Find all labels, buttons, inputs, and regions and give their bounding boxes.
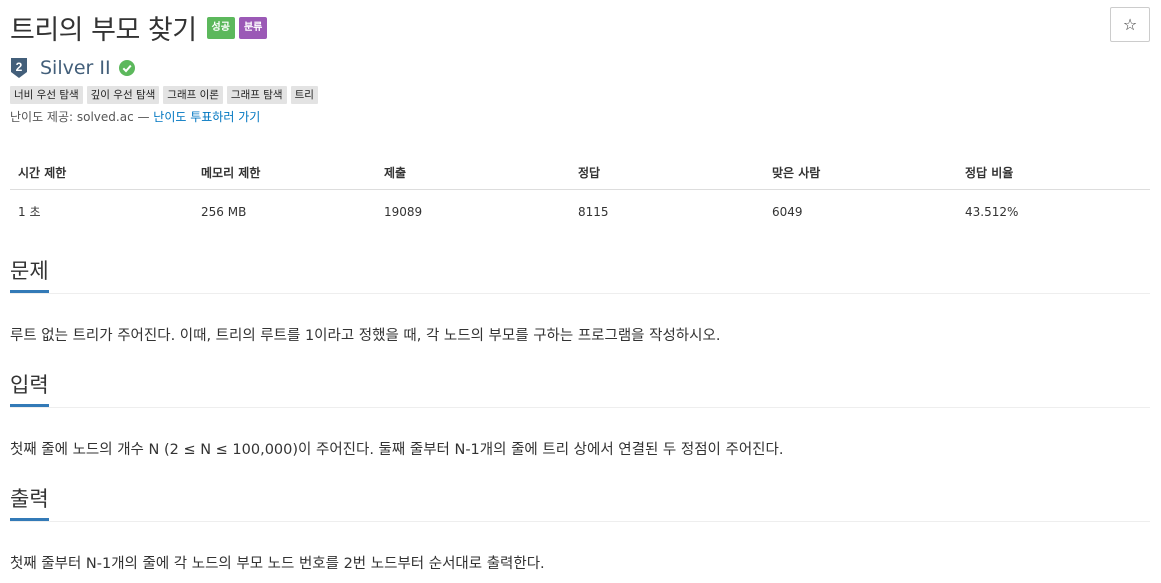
tag-bfs[interactable]: 너비 우선 탐색 xyxy=(10,86,83,104)
favorite-button[interactable]: ☆ xyxy=(1110,7,1150,42)
difficulty-provider: 난이도 제공: solved.ac — 난이도 투표하러 가기 xyxy=(10,108,260,125)
vote-difficulty-link[interactable]: 난이도 투표하러 가기 xyxy=(153,110,260,124)
submissions-value[interactable]: 19089 xyxy=(376,190,570,234)
ratio-value: 43.512% xyxy=(965,204,1019,219)
output-section-title: 출력 xyxy=(10,486,49,521)
tag-graph-theory[interactable]: 그래프 이론 xyxy=(163,86,223,104)
page-title: 트리의 부모 찾기 xyxy=(10,15,197,46)
input-section-title: 입력 xyxy=(10,372,49,407)
input-description: 첫째 줄에 노드의 개수 N (2 ≤ N ≤ 100,000)이 주어진다. … xyxy=(10,442,784,458)
header-submissions: 제출 xyxy=(376,152,570,190)
tier-name[interactable]: Silver II xyxy=(40,57,111,79)
header-memory-limit: 메모리 제한 xyxy=(193,152,376,190)
header-time-limit: 시간 제한 xyxy=(10,152,193,190)
output-description: 첫째 줄부터 N-1개의 줄에 각 노드의 부모 노드 번호를 2번 노드부터 … xyxy=(10,556,545,572)
tier-row: 2 Silver II xyxy=(10,57,135,79)
title-row: 트리의 부모 찾기 성공 분류 xyxy=(10,8,268,47)
header-solvers: 맞은 사람 xyxy=(764,152,957,190)
solvers-value[interactable]: 6049 xyxy=(764,190,957,234)
success-badge[interactable]: 성공 xyxy=(206,16,235,39)
header-ratio: 정답 비율 xyxy=(957,152,1150,190)
provider-text: 난이도 제공: solved.ac — xyxy=(10,110,154,124)
accepted-value: 8115 xyxy=(578,204,609,219)
problem-description: 루트 없는 트리가 주어진다. 이때, 트리의 루트를 1이라고 정했을 때, … xyxy=(10,328,721,344)
tag-graph-search[interactable]: 그래프 탐색 xyxy=(226,86,287,104)
tier-number: 2 xyxy=(16,60,23,74)
problem-section-title: 문제 xyxy=(10,258,49,293)
time-limit-value: 1 초 xyxy=(18,205,41,219)
tag-dfs[interactable]: 깊이 우선 탐색 xyxy=(86,86,160,104)
check-circle-icon xyxy=(118,60,135,76)
star-icon: ☆ xyxy=(1122,15,1138,34)
header-accepted: 정답 xyxy=(570,152,764,190)
tag-tree[interactable]: 트리 xyxy=(290,86,318,104)
algorithm-tags: 너비 우선 탐색 깊이 우선 탐색 그래프 이론 그래프 탐색 트리 xyxy=(10,86,322,104)
memory-limit-value: 256 MB xyxy=(201,204,247,219)
input-section-header: 입력 xyxy=(10,372,1150,408)
table-row: 1 초 256 MB 19089 8115 6049 43.512% xyxy=(10,190,1150,234)
silver-tier-icon: 2 xyxy=(11,58,27,78)
problem-section-header: 문제 xyxy=(10,258,1150,294)
category-badge[interactable]: 분류 xyxy=(238,16,268,39)
problem-info-table: 시간 제한 메모리 제한 제출 정답 맞은 사람 정답 비율 1 초 256 M… xyxy=(10,152,1150,233)
output-section-header: 출력 xyxy=(10,486,1150,522)
